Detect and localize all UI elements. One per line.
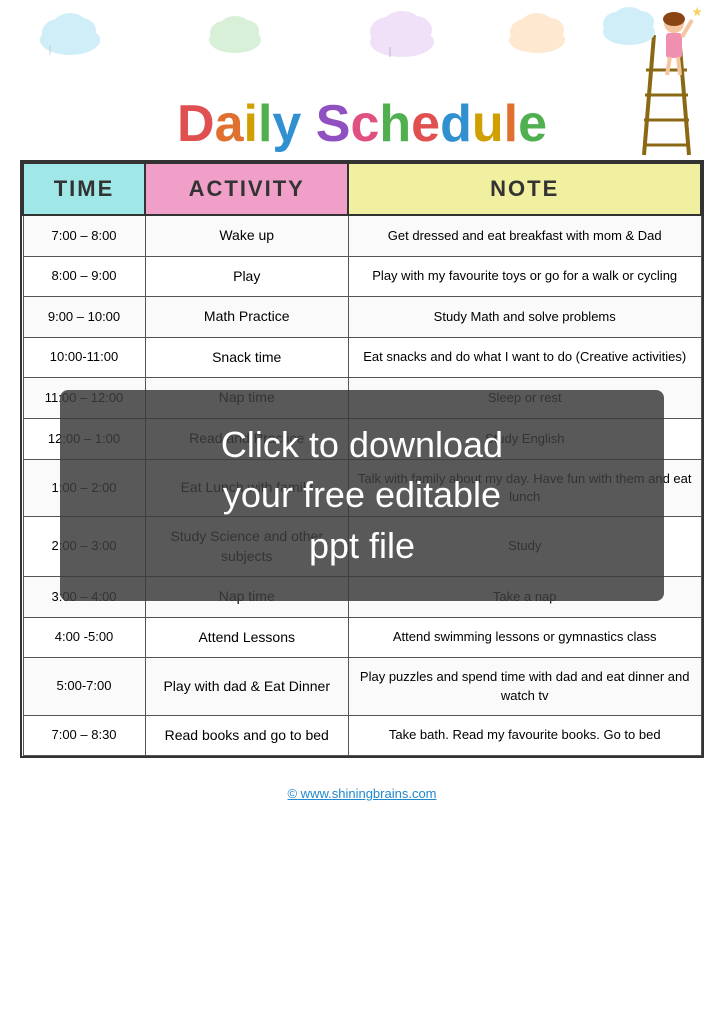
note-cell: Play puzzles and spend time with dad and… [348, 658, 701, 715]
activity-cell: Play [145, 256, 348, 297]
table-row: 8:00 – 9:00PlayPlay with my favourite to… [23, 256, 701, 297]
note-header: NOTE [348, 163, 701, 215]
activity-cell: Play with dad & Eat Dinner [145, 658, 348, 715]
overlay-line3: ppt file [309, 525, 415, 566]
table-row: 9:00 – 10:00Math PracticeStudy Math and … [23, 297, 701, 338]
download-overlay[interactable]: Click to download your free editable ppt… [60, 390, 664, 601]
time-cell: 7:00 – 8:00 [23, 215, 145, 256]
cloud-1 [30, 5, 110, 55]
table-row: 7:00 – 8:00Wake upGet dressed and eat br… [23, 215, 701, 256]
page-wrapper: Daily Schedule TIME ACTIVITY NOTE 7:00 –… [0, 0, 724, 1024]
time-cell: 8:00 – 9:00 [23, 256, 145, 297]
activity-cell: Read books and go to bed [145, 715, 348, 756]
cloud-5 [594, 0, 664, 45]
table-header-row: TIME ACTIVITY NOTE [23, 163, 701, 215]
note-cell: Take bath. Read my favourite books. Go t… [348, 715, 701, 756]
activity-cell: Attend Lessons [145, 617, 348, 658]
note-cell: Play with my favourite toys or go for a … [348, 256, 701, 297]
cloud-2 [200, 8, 270, 53]
cloud-3 [360, 2, 445, 57]
table-row: 4:00 -5:00Attend LessonsAttend swimming … [23, 617, 701, 658]
time-cell: 4:00 -5:00 [23, 617, 145, 658]
table-row: 5:00-7:00Play with dad & Eat DinnerPlay … [23, 658, 701, 715]
note-cell: Study Math and solve problems [348, 297, 701, 338]
overlay-text: Click to download your free editable ppt… [221, 420, 503, 571]
note-cell: Get dressed and eat breakfast with mom &… [348, 215, 701, 256]
note-cell: Eat snacks and do what I want to do (Cre… [348, 337, 701, 378]
cloud-4 [500, 5, 575, 53]
website-url: © www.shiningbrains.com [287, 786, 436, 801]
footer: © www.shiningbrains.com [0, 778, 724, 809]
activity-cell: Snack time [145, 337, 348, 378]
time-header: TIME [23, 163, 145, 215]
time-cell: 7:00 – 8:30 [23, 715, 145, 756]
time-cell: 10:00-11:00 [23, 337, 145, 378]
header: Daily Schedule [0, 0, 724, 160]
note-cell: Attend swimming lessons or gymnastics cl… [348, 617, 701, 658]
time-cell: 5:00-7:00 [23, 658, 145, 715]
time-cell: 9:00 – 10:00 [23, 297, 145, 338]
table-row: 7:00 – 8:30Read books and go to bedTake … [23, 715, 701, 756]
table-row: 10:00-11:00Snack timeEat snacks and do w… [23, 337, 701, 378]
activity-cell: Wake up [145, 215, 348, 256]
activity-cell: Math Practice [145, 297, 348, 338]
activity-header: ACTIVITY [145, 163, 348, 215]
page-title: Daily Schedule [177, 98, 547, 150]
overlay-line2: your free editable [223, 474, 501, 515]
overlay-line1: Click to download [221, 424, 503, 465]
